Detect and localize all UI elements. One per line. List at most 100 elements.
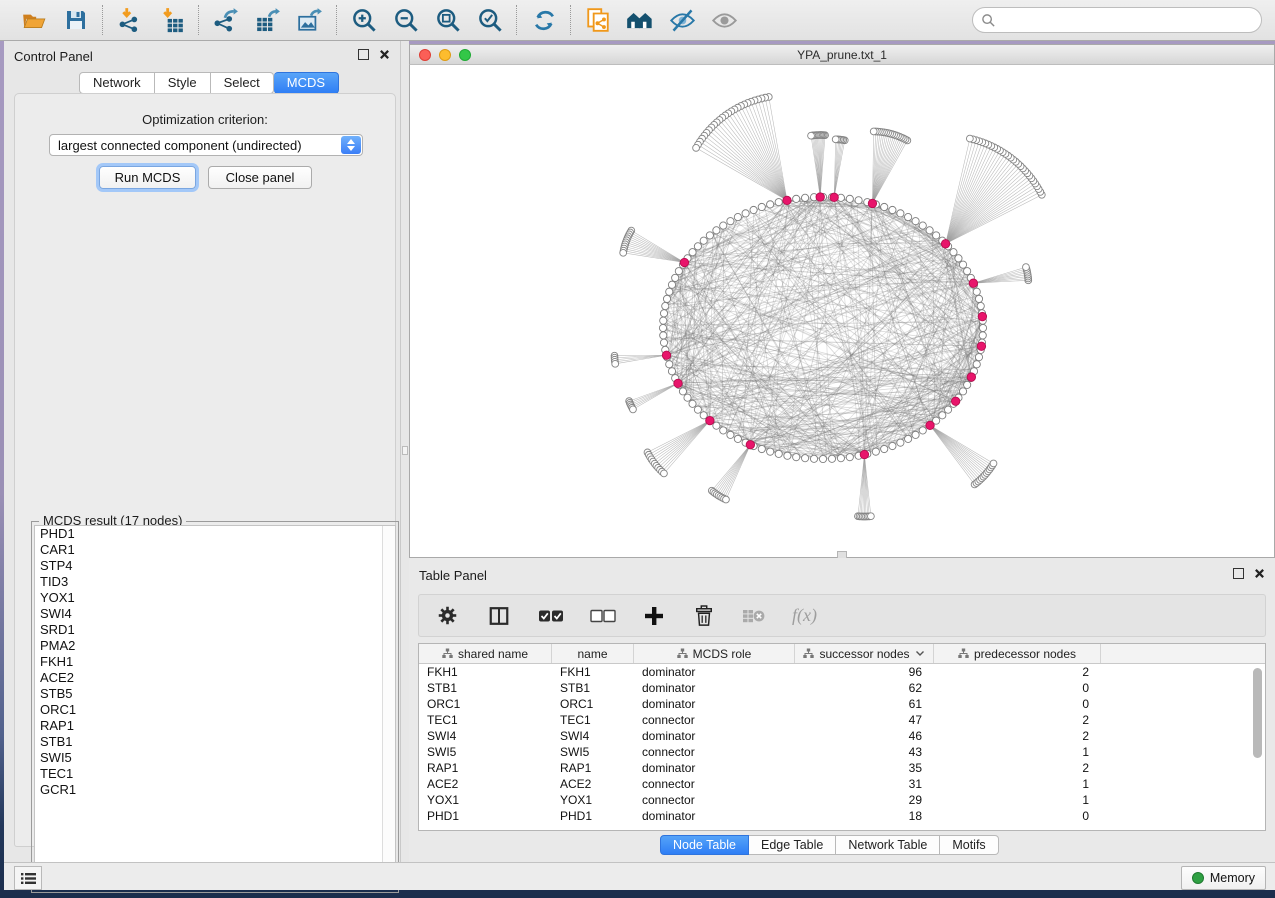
search-input[interactable] [996,12,1240,29]
mcds-result-item[interactable]: TEC1 [35,766,395,782]
table-cell: ACE2 [552,776,634,792]
table-settings-gear-icon[interactable] [437,605,458,626]
table-row[interactable]: ORC1ORC1dominator610 [419,696,1265,712]
mcds-result-item[interactable]: TID3 [35,574,395,590]
column-header-shared-name[interactable]: shared name [419,644,552,663]
mcds-result-item[interactable]: SWI5 [35,750,395,766]
tab-edge-table[interactable]: Edge Table [749,835,836,855]
unselect-all-columns-icon[interactable] [590,609,616,623]
table-cell: SWI5 [419,744,552,760]
mcds-result-item[interactable]: STB1 [35,734,395,750]
delete-column-trash-icon[interactable] [694,605,714,627]
mcds-result-fieldset: MCDS result (17 nodes) PHD1CAR1STP4TID3Y… [31,521,399,893]
open-file-icon[interactable] [20,6,48,34]
column-header-name[interactable]: name [552,644,634,663]
zoom-fit-icon[interactable] [434,6,462,34]
divider-handle[interactable] [402,446,408,455]
mcds-result-item[interactable]: ACE2 [35,670,395,686]
table-cell: connector [634,712,795,728]
network-canvas[interactable] [409,65,1275,558]
mcds-result-item[interactable]: PMA2 [35,638,395,654]
table-row[interactable]: SWI5SWI5connector431 [419,744,1265,760]
tab-node-table[interactable]: Node Table [660,835,749,855]
column-header-predecessor-nodes[interactable]: predecessor nodes [934,644,1101,663]
show-task-history-button[interactable] [14,866,42,890]
float-panel-icon[interactable] [358,49,369,60]
export-network-icon[interactable] [212,6,240,34]
table-cell: 31 [795,776,934,792]
table-cell [1101,744,1265,760]
close-panel-button[interactable]: Close panel [208,166,312,189]
export-image-icon[interactable] [296,6,324,34]
tab-style[interactable]: Style [155,72,211,94]
table-cell: 35 [795,760,934,776]
table-cell: 43 [795,744,934,760]
mcds-result-item[interactable]: GCR1 [35,782,395,798]
refresh-icon[interactable] [530,6,558,34]
neighbors-houses-icon[interactable] [626,6,654,34]
tab-network[interactable]: Network [79,72,155,94]
memory-button[interactable]: Memory [1181,866,1266,890]
table-row[interactable]: RAP1RAP1dominator352 [419,760,1265,776]
search-box[interactable] [972,7,1262,33]
show-column-panel-icon[interactable] [488,605,510,627]
table-cell: ORC1 [419,696,552,712]
mcds-result-item[interactable]: ORC1 [35,702,395,718]
table-cell: STB1 [419,680,552,696]
table-cell: 96 [795,664,934,680]
close-panel-icon[interactable] [1254,568,1265,579]
table-row[interactable]: FKH1FKH1dominator962 [419,664,1265,680]
table-scrollbar[interactable] [1252,668,1263,828]
table-row[interactable]: SWI4SWI4dominator462 [419,728,1265,744]
mcds-result-item[interactable]: STP4 [35,558,395,574]
table-cell: 1 [934,776,1101,792]
zoom-in-icon[interactable] [350,6,378,34]
table-scrollbar-thumb[interactable] [1253,668,1262,758]
hide-graphics-eye-icon[interactable] [668,6,696,34]
table-row[interactable]: TEC1TEC1connector472 [419,712,1265,728]
close-panel-icon[interactable] [379,49,390,60]
column-header-successor-nodes[interactable]: successor nodes [795,644,934,663]
run-mcds-button[interactable]: Run MCDS [99,166,196,189]
table-cell: PHD1 [419,808,552,824]
mcds-result-item[interactable]: PHD1 [35,526,395,542]
export-web-document-icon[interactable] [584,6,612,34]
network-titlebar[interactable]: YPA_prune.txt_1 [409,44,1275,65]
table-cell: connector [634,792,795,808]
select-all-columns-icon[interactable] [538,609,564,623]
tab-mcds[interactable]: MCDS [274,72,339,94]
save-icon[interactable] [62,6,90,34]
table-cell: 46 [795,728,934,744]
table-panel-title: Table Panel [419,568,487,583]
float-panel-icon[interactable] [1233,568,1244,579]
table-row[interactable]: YOX1YOX1connector291 [419,792,1265,808]
import-table-icon[interactable] [158,6,186,34]
mcds-result-list[interactable]: PHD1CAR1STP4TID3YOX1SWI4SRD1PMA2FKH1ACE2… [34,525,396,890]
mcds-result-item[interactable]: SRD1 [35,622,395,638]
criterion-select[interactable]: largest connected component (undirected) [49,134,363,156]
mcds-result-item[interactable]: YOX1 [35,590,395,606]
mcds-result-item[interactable]: CAR1 [35,542,395,558]
tab-network-table[interactable]: Network Table [836,835,940,855]
delete-table-icon [742,608,766,624]
zoom-selected-icon[interactable] [476,6,504,34]
function-builder-icon: f(x) [792,605,817,626]
mcds-result-item[interactable]: STB5 [35,686,395,702]
table-row[interactable]: PHD1PHD1dominator180 [419,808,1265,824]
import-network-icon[interactable] [116,6,144,34]
control-panel-title: Control Panel [14,49,93,64]
panel-divider[interactable] [401,41,409,862]
mcds-result-item[interactable]: FKH1 [35,654,395,670]
zoom-out-icon[interactable] [392,6,420,34]
tab-select[interactable]: Select [211,72,274,94]
create-column-plus-icon[interactable] [644,606,664,626]
table-row[interactable]: ACE2ACE2connector311 [419,776,1265,792]
tab-motifs[interactable]: Motifs [940,835,998,855]
export-table-icon[interactable] [254,6,282,34]
optimization-criterion-label: Optimization criterion: [15,112,395,127]
mcds-result-item[interactable]: RAP1 [35,718,395,734]
mcds-list-scrollbar[interactable] [382,526,395,889]
table-row[interactable]: STB1STB1dominator620 [419,680,1265,696]
mcds-result-item[interactable]: SWI4 [35,606,395,622]
column-header-MCDS-role[interactable]: MCDS role [634,644,795,663]
